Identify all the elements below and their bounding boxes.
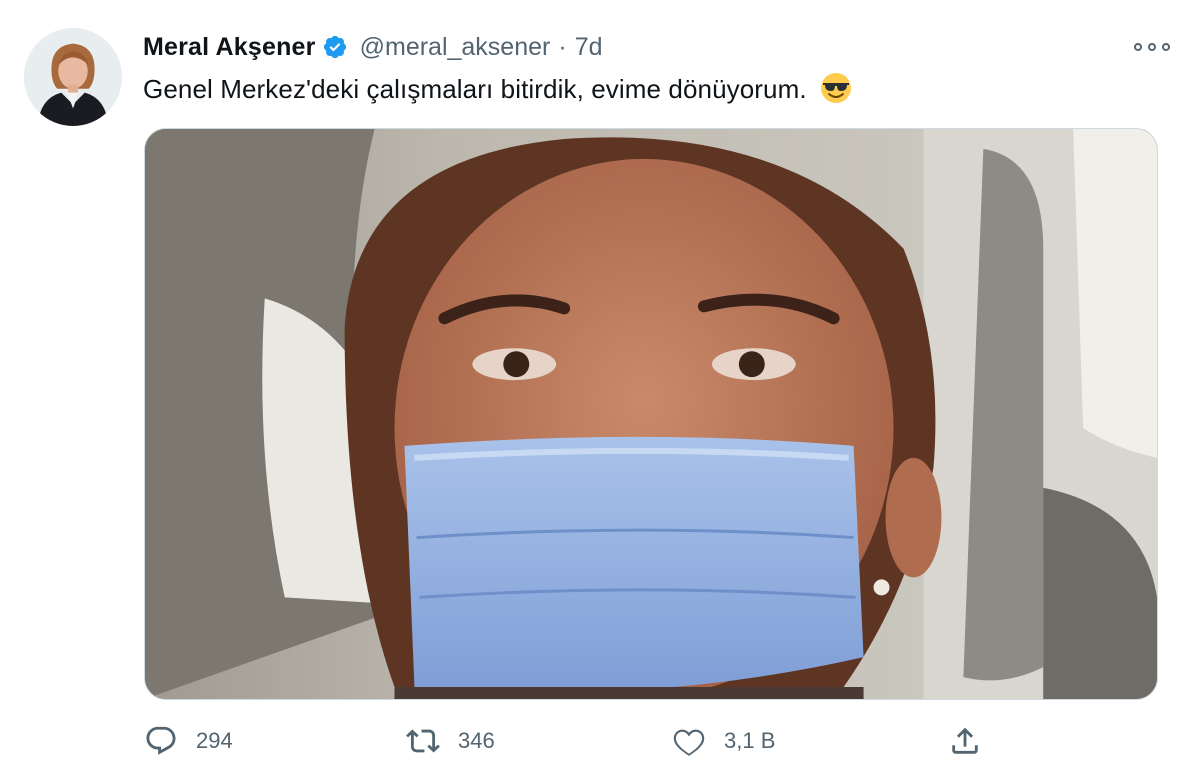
more-options-icon[interactable] bbox=[1134, 38, 1170, 56]
reply-button[interactable]: 294 bbox=[144, 724, 233, 758]
like-button[interactable]: 3,1 B bbox=[672, 724, 775, 758]
tweet-text: Genel Merkez'deki çalışmaları bitirdik, … bbox=[143, 74, 807, 104]
tweet-timestamp[interactable]: 7d bbox=[575, 33, 603, 62]
tweet-photo[interactable] bbox=[144, 128, 1158, 700]
author-avatar[interactable] bbox=[24, 28, 122, 126]
author-name[interactable]: Meral Akşener bbox=[143, 33, 316, 62]
verified-badge-icon bbox=[322, 34, 348, 60]
reply-count: 294 bbox=[196, 728, 233, 753]
profile-photo-icon bbox=[24, 28, 122, 126]
tweet-card[interactable]: Meral Akşener @meral_aksener · 7d Genel … bbox=[0, 0, 1200, 763]
selfie-photo-icon bbox=[145, 129, 1157, 699]
tweet-actions-bar: 294 346 3,1 B bbox=[140, 720, 1160, 763]
author-handle[interactable]: @meral_aksener bbox=[360, 33, 551, 62]
retweet-icon bbox=[406, 729, 440, 753]
separator-dot: · bbox=[558, 32, 567, 61]
share-button[interactable] bbox=[948, 724, 982, 758]
like-count: 3,1 B bbox=[724, 728, 776, 753]
tweet-text-container: Genel Merkez'deki çalışmaları bitirdik, … bbox=[143, 72, 852, 105]
retweet-button[interactable]: 346 bbox=[406, 724, 495, 758]
sunglasses-emoji-icon bbox=[820, 72, 852, 104]
reply-icon bbox=[146, 726, 176, 755]
tweet-header: Meral Akşener @meral_aksener · 7d bbox=[143, 30, 603, 64]
retweet-count: 346 bbox=[458, 728, 495, 753]
share-icon bbox=[952, 727, 978, 754]
heart-icon bbox=[673, 729, 705, 756]
